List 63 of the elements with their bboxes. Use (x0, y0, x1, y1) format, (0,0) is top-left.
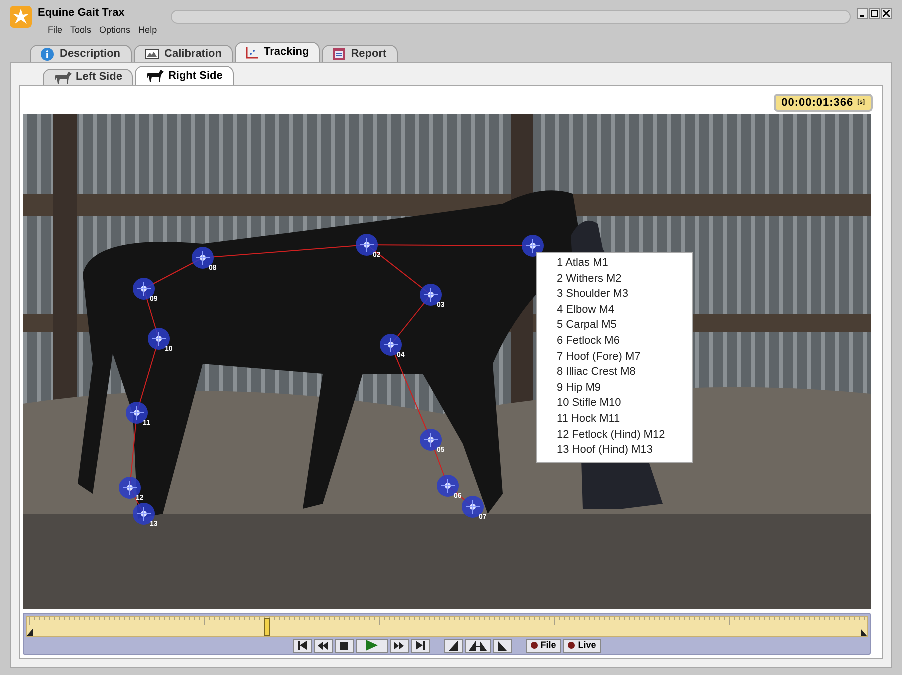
menu-item[interactable]: 7 Hoof (Fore) M7 (557, 350, 692, 366)
playback-button[interactable] (292, 638, 312, 652)
horse-icon (54, 72, 72, 84)
mark-in-icon (448, 640, 458, 650)
skip-back-icon (298, 641, 307, 650)
fast-forward-icon (394, 642, 404, 650)
menu-item[interactable]: 8 Illiac Crest M8 (557, 365, 692, 381)
skip-forward-icon (416, 641, 425, 650)
info-icon (41, 48, 54, 60)
record-button[interactable]: File (526, 638, 562, 652)
tab[interactable]: Left Side (43, 69, 134, 85)
start-marker-icon (27, 629, 33, 636)
tab[interactable]: Tracking (234, 42, 320, 62)
record-button[interactable]: Live (563, 638, 602, 652)
record-dot-icon (568, 642, 576, 649)
menu-item[interactable]: 11 Hock M11 (557, 412, 692, 428)
playback-button[interactable] (334, 638, 354, 652)
maximize-icon (871, 10, 878, 17)
image-frame-icon (144, 49, 159, 59)
menu-item[interactable]: File (48, 24, 63, 38)
chart-axes-icon (246, 46, 258, 58)
playback-button[interactable] (314, 638, 333, 652)
playback-button[interactable] (390, 638, 409, 652)
menu-item[interactable]: 10 Stifle M10 (557, 396, 692, 412)
minimize-button[interactable] (857, 8, 868, 19)
horse-icon (146, 70, 164, 82)
menu-item[interactable]: 4 Elbow M4 (557, 302, 692, 318)
record-dot-icon (530, 642, 538, 649)
menu-item[interactable]: 1 Atlas M1 (557, 256, 692, 272)
play-icon (366, 640, 378, 651)
report-icon (333, 48, 346, 60)
menu-item[interactable]: 6 Fetlock M6 (557, 334, 692, 350)
marker-button[interactable] (444, 638, 463, 652)
tab[interactable]: Calibration (134, 45, 233, 62)
timeline-track[interactable] (26, 616, 868, 637)
menu-item[interactable]: 12 Fetlock (Hind) M12 (557, 428, 692, 444)
stop-icon (340, 642, 348, 650)
menu-item[interactable]: 3 Shoulder M3 (557, 287, 692, 303)
tracking-marker[interactable] (522, 235, 544, 257)
timer-value: 00:00:01:366 (782, 96, 854, 111)
playback-button[interactable] (410, 638, 430, 652)
menu-item[interactable]: 9 Hip M9 (557, 380, 692, 396)
marker-button[interactable] (492, 638, 512, 652)
tab[interactable]: Right Side (135, 66, 234, 85)
maximize-button[interactable] (869, 8, 880, 19)
menu-item[interactable]: 5 Carpal M5 (557, 318, 692, 334)
close-button[interactable] (881, 8, 892, 19)
mark-out-icon (498, 640, 507, 650)
slider-thumb[interactable] (264, 618, 270, 636)
end-marker-icon (861, 629, 867, 636)
menu-item[interactable]: Tools (70, 24, 92, 38)
window-title: Equine Gait Trax (38, 6, 126, 20)
menu-item[interactable]: Options (100, 24, 131, 38)
marker-button[interactable] (464, 638, 491, 652)
mark-range-icon (468, 640, 487, 650)
close-icon (883, 10, 890, 17)
menu-item[interactable]: 2 Withers M2 (557, 272, 692, 288)
menu-item[interactable]: 13 Hoof (Hind) M13 (557, 443, 692, 459)
rewind-icon (318, 642, 328, 650)
menu-item[interactable]: Help (138, 24, 158, 38)
tab[interactable]: Report (322, 45, 398, 62)
app-logo-icon (10, 6, 32, 28)
tab[interactable]: Description (30, 45, 132, 62)
